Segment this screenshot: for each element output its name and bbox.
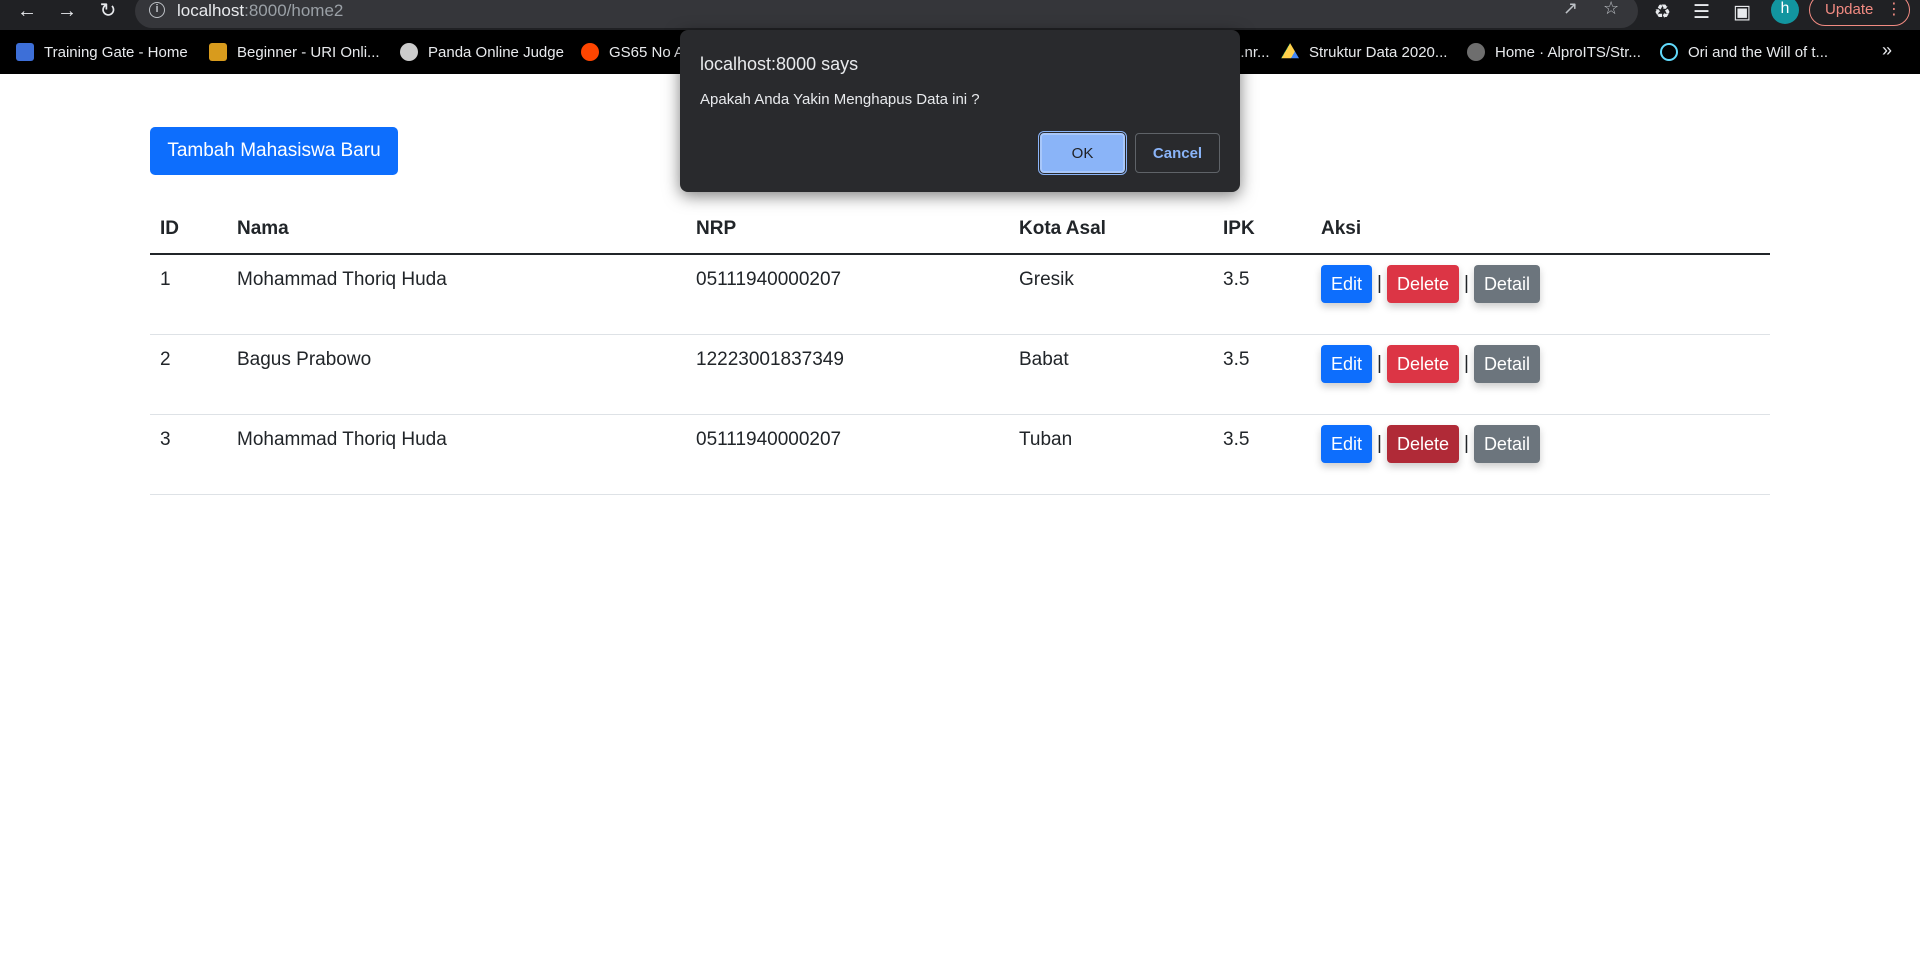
address-bar[interactable]: i localhost:8000/home2 ↗ ☆ — [135, 0, 1638, 28]
bookmark-label: Panda Online Judge — [428, 43, 564, 61]
separator: | — [1464, 273, 1469, 294]
detail-button[interactable]: Detail — [1473, 265, 1540, 303]
edit-button[interactable]: Edit — [1321, 344, 1373, 383]
cell-kota: Tuban — [1009, 414, 1213, 495]
bookmark-item[interactable]: Home · AlproITS/Str... — [1467, 42, 1641, 62]
delete-button[interactable]: Delete — [1386, 424, 1459, 463]
back-arrow-icon[interactable]: ← — [12, 0, 42, 24]
cell-nama: Bagus Prabowo — [227, 334, 686, 415]
url-host: localhost — [177, 1, 245, 20]
trophy-icon — [209, 43, 227, 61]
table-header-row: ID Nama NRP Kota Asal IPK Aksi — [150, 204, 1770, 255]
delete-button[interactable]: Delete — [1386, 265, 1459, 303]
bookmark-label: Ori and the Will of t... — [1688, 43, 1829, 61]
github-icon — [1467, 43, 1485, 61]
page-content: Tambah Mahasiswa Baru ID Nama NRP Kota A… — [0, 74, 1920, 975]
bookmark-item[interactable]: Panda Online Judge — [400, 42, 564, 62]
browser-toolbar: ← → ↻ i localhost:8000/home2 ↗ ☆ ♻ ☰ ▣ h… — [0, 0, 1920, 30]
cell-id: 2 — [150, 334, 227, 415]
cell-nama: Mohammad Thoriq Huda — [227, 254, 686, 335]
add-student-button[interactable]: Tambah Mahasiswa Baru — [150, 127, 398, 175]
cell-id: 3 — [150, 414, 227, 495]
separator: | — [1377, 432, 1382, 454]
separator: | — [1377, 352, 1382, 374]
cell-ipk: 3.5 — [1213, 254, 1311, 335]
students-table: ID Nama NRP Kota Asal IPK Aksi 1 Mohamma… — [150, 204, 1770, 495]
forward-arrow-icon[interactable]: → — [52, 0, 82, 24]
cell-kota: Babat — [1009, 334, 1213, 415]
header-nrp: NRP — [686, 204, 1009, 255]
cell-nama: Mohammad Thoriq Huda — [227, 414, 686, 495]
detail-button[interactable]: Detail — [1473, 424, 1540, 463]
table-row: 3 Mohammad Thoriq Huda 05111940000207 Tu… — [150, 414, 1770, 495]
reddit-icon — [581, 43, 599, 61]
header-id: ID — [150, 204, 227, 255]
header-aksi: Aksi — [1311, 204, 1770, 255]
bookmark-label: Home · AlproITS/Str... — [1495, 43, 1641, 61]
header-ipk: IPK — [1213, 204, 1311, 255]
bookmark-label: Training Gate - Home — [44, 43, 188, 61]
panda-icon — [400, 43, 418, 61]
bookmark-item[interactable]: Training Gate - Home — [16, 42, 188, 62]
cell-nrp: 12223001837349 — [686, 334, 1009, 415]
media-queue-icon[interactable]: ☰ — [1693, 1, 1710, 24]
table-row: 1 Mohammad Thoriq Huda 05111940000207 Gr… — [150, 254, 1770, 335]
bookmark-star-icon[interactable]: ☆ — [1603, 0, 1619, 19]
react-icon — [1660, 43, 1678, 61]
side-panel-icon[interactable]: ▣ — [1733, 1, 1751, 24]
update-label: Update — [1825, 1, 1874, 18]
dialog-message: Apakah Anda Yakin Menghapus Data ini ? — [700, 91, 980, 108]
cell-nrp: 05111940000207 — [686, 414, 1009, 495]
dialog-title: localhost:8000 says — [700, 54, 859, 74]
url-path: :8000/home2 — [244, 1, 344, 20]
google-drive-icon — [1281, 43, 1299, 59]
cell-aksi: Edit | Delete | Detail — [1311, 414, 1770, 495]
bookmark-label: Struktur Data 2020... — [1309, 43, 1448, 61]
bookmark-label: Beginner - URI Onli... — [237, 43, 380, 61]
cell-ipk: 3.5 — [1213, 334, 1311, 415]
extensions-icon[interactable]: ♻ — [1654, 1, 1671, 24]
site-info-icon[interactable]: i — [149, 2, 165, 18]
separator: | — [1464, 352, 1469, 374]
bookmark-item[interactable]: Beginner - URI Onli... — [209, 42, 380, 62]
header-nama: Nama — [227, 204, 686, 255]
detail-button[interactable]: Detail — [1473, 344, 1540, 383]
kebab-menu-icon[interactable]: ⋮ — [1886, 0, 1902, 25]
delete-button[interactable]: Delete — [1386, 344, 1459, 383]
reload-icon[interactable]: ↻ — [93, 0, 123, 24]
url-text[interactable]: localhost:8000/home2 — [177, 1, 343, 21]
cell-aksi: Edit | Delete | Detail — [1311, 254, 1770, 335]
cell-nrp: 05111940000207 — [686, 254, 1009, 335]
update-button[interactable]: Update ⋮ — [1809, 0, 1910, 26]
cell-aksi: Edit | Delete | Detail — [1311, 334, 1770, 415]
confirm-dialog: localhost:8000 says Apakah Anda Yakin Me… — [680, 30, 1240, 192]
bookmarks-overflow-icon[interactable]: » — [1882, 40, 1892, 61]
bookmark-item[interactable]: Struktur Data 2020... — [1281, 42, 1447, 62]
training-gate-icon — [16, 43, 34, 61]
table-row: 2 Bagus Prabowo 12223001837349 Babat 3.5… — [150, 334, 1770, 415]
separator: | — [1377, 273, 1382, 294]
edit-button[interactable]: Edit — [1321, 265, 1373, 303]
separator: | — [1464, 432, 1469, 454]
share-icon[interactable]: ↗ — [1563, 0, 1578, 19]
profile-avatar[interactable]: h — [1771, 0, 1799, 24]
edit-button[interactable]: Edit — [1321, 424, 1373, 463]
ok-button[interactable]: OK — [1038, 131, 1127, 175]
cell-ipk: 3.5 — [1213, 414, 1311, 495]
bookmark-item[interactable]: Ori and the Will of t... — [1660, 42, 1828, 62]
bookmark-item[interactable]: GS65 No A — [581, 42, 684, 62]
cancel-button[interactable]: Cancel — [1135, 133, 1220, 173]
header-kota-asal: Kota Asal — [1009, 204, 1213, 255]
bookmark-label: GS65 No A — [609, 43, 685, 61]
cell-id: 1 — [150, 254, 227, 335]
cell-kota: Gresik — [1009, 254, 1213, 335]
